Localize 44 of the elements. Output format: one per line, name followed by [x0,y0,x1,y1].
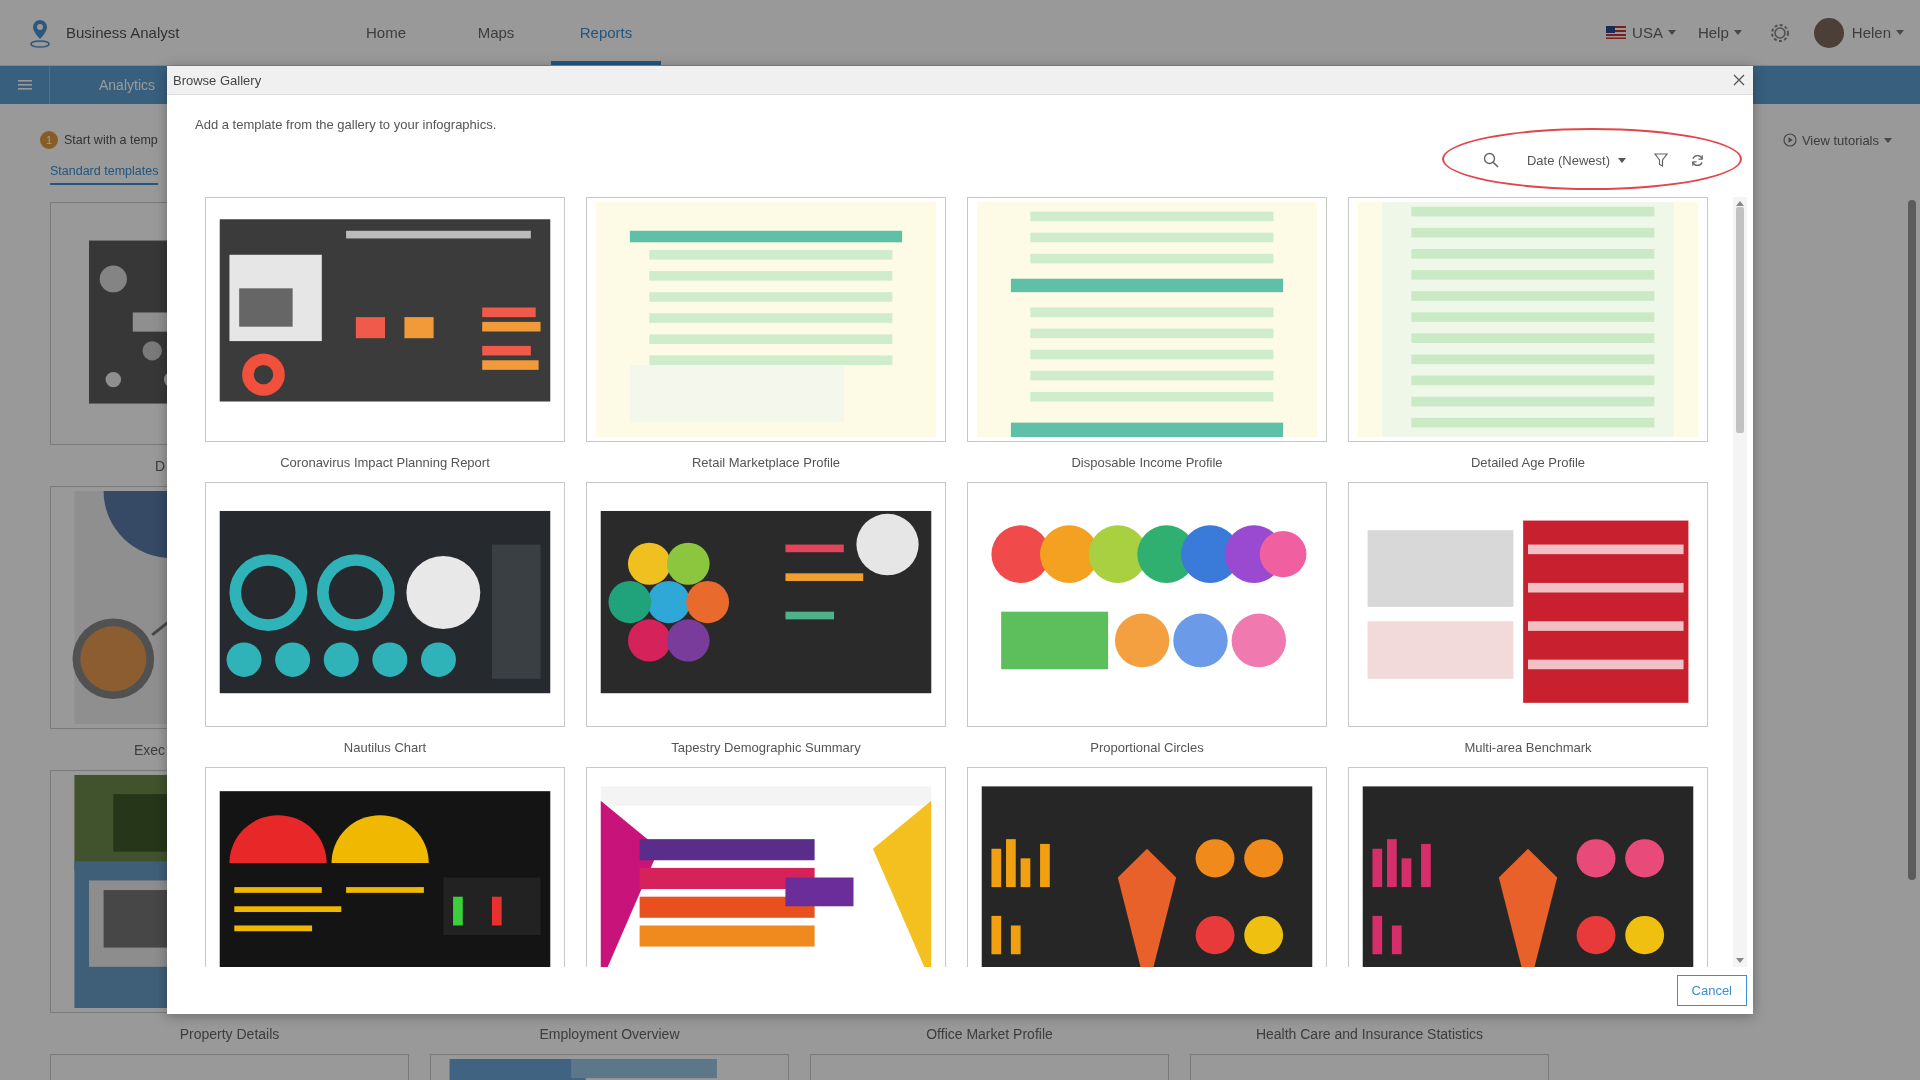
template-name: Health Care and Insurance Statistics [1255,1025,1484,1042]
search-icon[interactable] [1482,152,1499,168]
refresh-icon[interactable] [1690,152,1705,168]
scrollbar[interactable] [1908,200,1916,880]
template-name: Exec [133,741,165,758]
template-name: Retail Marketplace Profile [691,454,841,470]
app-name: Business Analyst [66,24,180,41]
pin-icon [28,17,52,48]
nav-tab[interactable]: Home [331,0,441,65]
caret-icon [1896,30,1904,35]
template-name: Disposable Income Profile [1071,454,1223,470]
filter-icon[interactable] [1654,152,1668,168]
help-menu[interactable]: Help [1697,24,1729,41]
template-name: D [154,457,165,474]
sort-dropdown[interactable]: Date (Newest) [1526,148,1626,172]
scrollbar[interactable] [1733,197,1747,967]
dialog-title: Browse Gallery [173,72,262,88]
caret-icon [1884,137,1892,143]
caret-icon [1618,157,1626,163]
country-menu[interactable]: USA [1632,24,1663,41]
caret-icon [1733,30,1742,35]
close-icon[interactable] [1733,74,1745,86]
step-text: Start with a temp [64,133,158,147]
template-name: Nautilus Chart [343,739,427,755]
template-name: Office Market Profile [926,1025,1053,1042]
template-name: Coronavirus Impact Planning Report [280,454,490,470]
view-tutorials-link[interactable]: View tutorials [1782,132,1879,148]
cancel-button[interactable]: Cancel [1676,975,1747,1006]
analytics-tab[interactable]: Analytics [50,66,156,104]
user-menu[interactable]: Helen [1851,24,1891,41]
play-icon [1782,133,1797,147]
template-name: Tapestry Demographic Summary [671,739,861,755]
flag-icon [1606,26,1627,39]
caret-icon [1667,30,1676,35]
avatar[interactable] [1813,17,1844,48]
standard-templates-tab[interactable]: Standard templates [50,164,159,185]
template-name: Property Details [179,1025,280,1042]
template-name: Employment Overview [539,1025,680,1042]
template-name: Proportional Circles [1090,739,1204,755]
step-number: 1 [40,131,58,149]
dialog-description: Add a template from the gallery to your infographics. [195,117,498,133]
nav-tab[interactable]: Maps [441,0,551,65]
template-name: Detailed Age Profile [1470,454,1586,470]
template-name: Multi-area Benchmark [1464,739,1592,755]
